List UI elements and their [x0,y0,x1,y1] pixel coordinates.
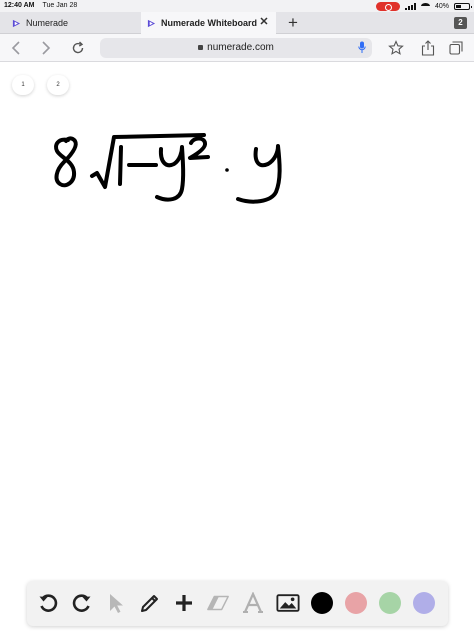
forward-button[interactable] [36,38,56,58]
redo-button[interactable] [70,591,94,615]
microphone-icon[interactable] [358,41,366,54]
color-swatch-pink[interactable] [345,592,367,614]
image-icon [276,594,300,612]
color-swatch-green[interactable] [379,592,401,614]
tabs-icon [449,41,463,55]
undo-button[interactable] [36,591,60,615]
letter-y-stroke [236,144,282,204]
drawing-toolbar [27,581,448,626]
cellular-signal-icon [404,2,416,10]
lock-icon [198,45,204,50]
tabs-overview-button[interactable] [446,38,466,58]
screen-recording-icon [375,1,400,11]
pencil-icon [141,595,158,612]
tab-numerade[interactable]: Numerade [0,12,140,34]
tab-count-badge[interactable]: 2 [454,17,467,29]
color-swatch-lavender[interactable] [413,592,435,614]
pen-tool-button[interactable] [138,591,162,615]
page-1-button[interactable]: 1 [12,75,34,95]
reload-icon [72,41,84,54]
radical-sign-stroke [90,133,206,189]
share-icon [421,40,435,56]
chevron-left-icon [11,41,20,55]
tab-label: Numerade [26,18,69,28]
battery-icon [454,2,472,10]
share-button[interactable] [418,38,438,58]
back-button[interactable] [6,38,26,58]
new-tab-button[interactable]: + [284,14,302,32]
text-tool-button[interactable] [241,591,265,615]
letter-y-stroke [155,145,186,202]
numerade-logo-icon [12,19,21,27]
cursor-arrow-icon [110,594,123,613]
bookmark-button[interactable] [386,38,406,58]
browser-tab-bar: Numerade Numerade Whiteboard ✕ + 2 [0,12,474,34]
tab-label: Numerade Whiteboard [161,18,258,28]
battery-percent: 40% [434,2,449,10]
numerade-logo-icon [147,19,156,27]
tab-numerade-whiteboard[interactable]: Numerade Whiteboard ✕ [141,12,276,34]
digit-one-stroke [118,145,123,186]
digit-eight-stroke [54,136,78,188]
ipad-safari-screen: { "status_bar": { "time": "12:40 AM", "d… [0,0,474,632]
undo-icon [39,594,58,612]
text-tool-icon [243,592,263,613]
select-tool-button[interactable] [104,591,128,615]
handwritten-expression [54,133,282,204]
reload-button[interactable] [68,38,88,58]
color-swatch-black[interactable] [311,592,333,614]
image-tool-button[interactable] [276,591,300,615]
eraser-tool-button[interactable] [206,591,230,615]
status-bar: 12:40 AM Tue Jan 28 40% [0,0,474,12]
url-text: numerade.com [207,42,274,53]
status-time: 12:40 AM [4,2,35,9]
superscript-two-stroke [188,136,210,160]
multiplication-dot [225,168,229,172]
close-tab-icon[interactable]: ✕ [258,16,270,28]
status-date: Tue Jan 28 [42,2,78,9]
browser-toolbar: numerade.com [0,34,474,62]
redo-icon [72,594,91,612]
star-icon [388,40,404,55]
add-button[interactable] [172,591,196,615]
page-2-button[interactable]: 2 [47,75,69,95]
whiteboard-canvas[interactable] [0,100,474,570]
address-bar[interactable]: numerade.com [100,38,372,58]
plus-icon [176,595,192,611]
chevron-right-icon [42,41,51,55]
eraser-icon [207,595,229,611]
wifi-icon [420,3,430,9]
